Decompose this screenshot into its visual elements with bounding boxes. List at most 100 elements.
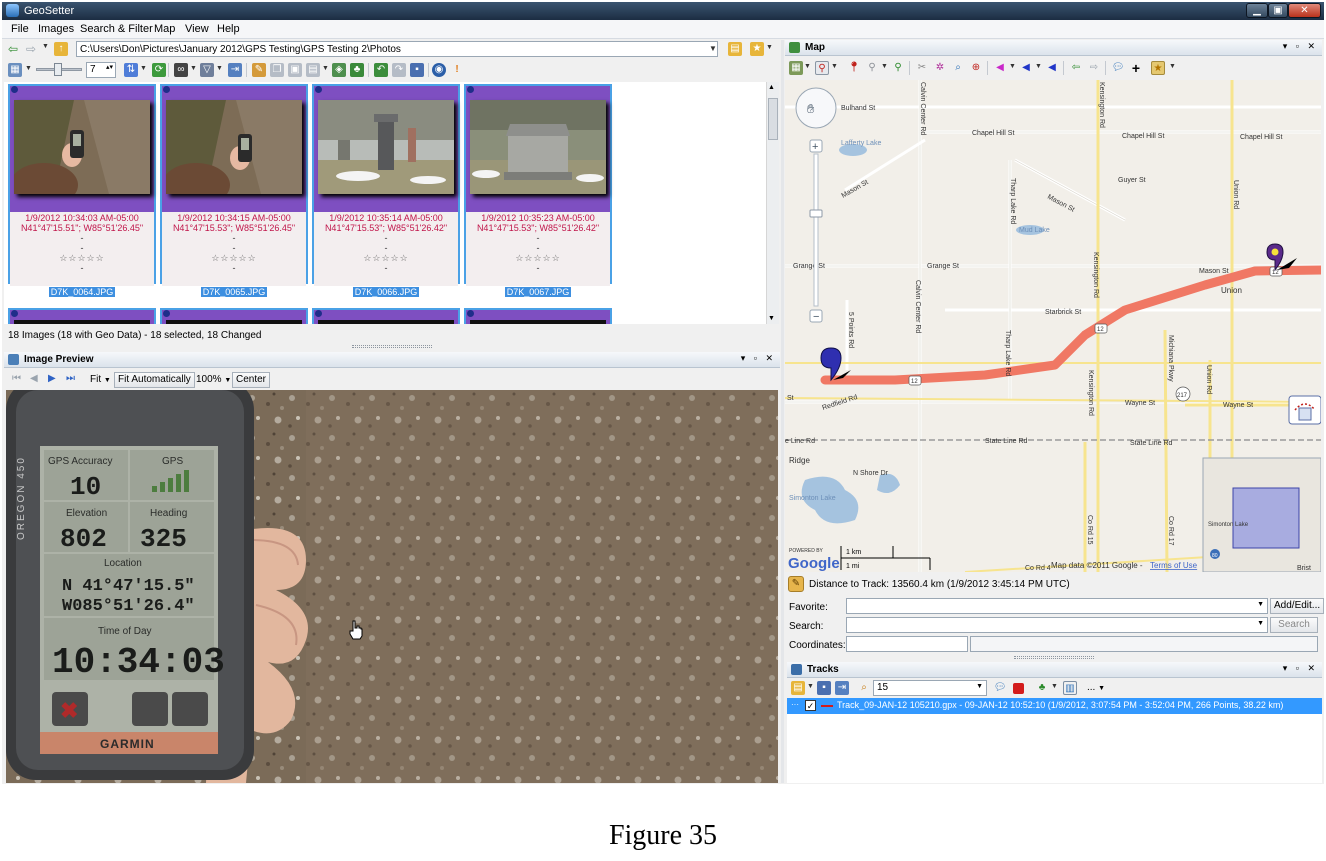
minimize-button[interactable]: ▁: [1246, 3, 1268, 18]
info-icon[interactable]: !: [450, 63, 464, 77]
filter-dropdown-icon[interactable]: ▼: [216, 65, 223, 72]
maximize-button[interactable]: ▣: [1268, 3, 1288, 18]
zoom-in-icon[interactable]: +: [812, 141, 818, 153]
search-button[interactable]: Search: [1270, 617, 1318, 633]
scroll-up-icon[interactable]: ▲: [768, 84, 775, 91]
copy-icon[interactable]: ❐: [270, 63, 284, 77]
rating-stars[interactable]: ☆☆☆☆☆: [162, 253, 306, 263]
track-visible-checkbox[interactable]: ✓: [805, 700, 816, 711]
path-input[interactable]: [76, 41, 718, 57]
refresh-icon[interactable]: ⟳: [152, 63, 166, 77]
thumbnail-size-stepper[interactable]: 7 ▴▾: [86, 62, 116, 78]
close-button[interactable]: ✕: [1288, 3, 1321, 18]
first-image-icon[interactable]: ⏮: [12, 373, 21, 384]
favorites-star-icon[interactable]: ★: [1151, 61, 1165, 75]
thumbnail-filename[interactable]: D7K_0065.JPG: [160, 287, 308, 297]
sort-icon[interactable]: ⇅: [124, 63, 138, 77]
menu-map[interactable]: Map: [154, 23, 175, 35]
favorite-folder-icon[interactable]: ★: [750, 42, 764, 56]
search-dropdown-icon[interactable]: ▼: [190, 65, 197, 72]
view-mode-icon[interactable]: ▦: [8, 63, 22, 77]
thumbnail-card-partial[interactable]: [8, 308, 156, 324]
track-tooltip-icon[interactable]: 💬︎: [993, 681, 1007, 695]
filter-icon[interactable]: ▽: [200, 63, 214, 77]
thumbnail-filename[interactable]: D7K_0064.JPG: [8, 287, 156, 297]
thumbnail-card-partial[interactable]: [312, 308, 460, 324]
save-track-icon[interactable]: ▪: [817, 681, 831, 695]
magenta-arrow-dropdown-icon[interactable]: ▼: [1009, 63, 1016, 70]
thumbnail-card-partial[interactable]: [464, 308, 612, 324]
history-dropdown-icon[interactable]: ▼: [42, 43, 49, 50]
search-input[interactable]: ▼: [846, 617, 1268, 633]
favorites-dropdown-icon[interactable]: ▼: [1169, 63, 1176, 70]
assign-position-icon[interactable]: ◈: [332, 63, 346, 77]
panel-controls[interactable]: ▾ ▫ ✕: [1283, 41, 1318, 52]
center-button[interactable]: Center: [232, 372, 271, 388]
next-image-icon[interactable]: ▶: [48, 373, 56, 384]
vertical-splitter[interactable]: [781, 40, 784, 783]
view-mode-dropdown-icon[interactable]: ▼: [25, 65, 32, 72]
synchronize-icon[interactable]: ♣: [350, 63, 364, 77]
ruler-icon[interactable]: ✎: [788, 576, 804, 592]
thumbnail-card[interactable]: 1/9/2012 10:34:15 AM-05:00 N41°47'15.53"…: [160, 84, 308, 286]
terms-of-use-link[interactable]: Terms of Use: [1150, 561, 1198, 570]
track-zoom-select[interactable]: 15 ▼: [873, 680, 987, 696]
fit-automatically-button[interactable]: Fit Automatically: [114, 372, 195, 388]
menu-view[interactable]: View: [185, 23, 209, 35]
track-color-icon[interactable]: [1013, 683, 1024, 694]
blue-marker-arrow-icon[interactable]: ◀: [1045, 61, 1059, 75]
zoom-track-icon[interactable]: ⌕: [857, 681, 871, 695]
overview-minimap[interactable]: Simonton Lake 80 Brist: [1202, 457, 1321, 572]
track-row[interactable]: ··· ✓ Track_09-JAN-12 105210.gpx - 09-JA…: [787, 698, 1322, 714]
folder-up-icon[interactable]: ↑: [54, 42, 68, 56]
scrollbar-thumb[interactable]: [768, 98, 778, 140]
splitter-grip[interactable]: [352, 345, 432, 348]
blue-arrow-icon[interactable]: ◀: [1019, 61, 1033, 75]
edit-data-icon[interactable]: ✎: [252, 63, 266, 77]
stepper-arrows-icon[interactable]: ▴▾: [106, 63, 113, 71]
open-track-icon[interactable]: ▤: [791, 681, 805, 695]
menu-images[interactable]: Images: [38, 23, 74, 35]
tools-icon[interactable]: ✂: [915, 61, 929, 75]
globe-icon[interactable]: ◉: [432, 63, 446, 77]
splitter-grip[interactable]: [1014, 656, 1094, 659]
save-icon[interactable]: ▪: [410, 63, 424, 77]
grey-marker-dropdown-icon[interactable]: ▼: [881, 63, 888, 70]
find-marker-icon[interactable]: ⌕: [951, 61, 965, 75]
track-sync-icon[interactable]: ♣: [1035, 681, 1049, 695]
select-all-icon[interactable]: ⇥: [228, 63, 242, 77]
scroll-down-icon[interactable]: ▼: [768, 315, 775, 322]
map-type-icon[interactable]: ▦: [789, 61, 803, 75]
thumbnail-card[interactable]: 1/9/2012 10:35:14 AM-05:00 N41°47'15.53"…: [312, 84, 460, 286]
map-canvas[interactable]: Bulhand St Calvin Center Rd Kensington R…: [785, 80, 1321, 572]
zoom-marker-icon[interactable]: ⊕: [969, 61, 983, 75]
favorite-select[interactable]: ▼: [846, 598, 1268, 614]
paste-special-icon[interactable]: ▤: [306, 63, 320, 77]
panel-controls[interactable]: ▾ ▫ ✕: [741, 353, 776, 364]
last-image-icon[interactable]: ⏭: [66, 373, 75, 384]
thumbnail-filename[interactable]: D7K_0067.JPG: [464, 287, 612, 297]
binoculars-icon[interactable]: ∞: [174, 63, 188, 77]
grey-marker-icon[interactable]: ⚲: [865, 61, 879, 75]
path-dropdown-icon[interactable]: ▼: [706, 41, 720, 57]
favorite-folder-dropdown-icon[interactable]: ▼: [766, 44, 773, 51]
marker-tool-icon[interactable]: ⚲: [815, 61, 829, 75]
rating-stars[interactable]: ☆☆☆☆☆: [10, 253, 154, 263]
map-type-dropdown-icon[interactable]: ▼: [804, 63, 811, 70]
map-pan-control[interactable]: ✋︎: [795, 87, 837, 129]
map-back-icon[interactable]: ⇦: [1069, 61, 1083, 75]
red-marker-icon[interactable]: 📍︎: [847, 61, 861, 75]
marker-tool-dropdown-icon[interactable]: ▼: [831, 63, 838, 70]
forward-arrow-icon[interactable]: ⇨: [26, 42, 36, 56]
thumbnail-size-slider-handle[interactable]: [54, 63, 62, 76]
open-track-dropdown-icon[interactable]: ▼: [807, 683, 814, 690]
zoom-dropdown[interactable]: 100% ▼: [196, 374, 231, 385]
blue-arrow-dropdown-icon[interactable]: ▼: [1035, 63, 1042, 70]
menu-file[interactable]: File: [11, 23, 29, 35]
more-options-button[interactable]: ... ▼: [1087, 682, 1105, 693]
rating-stars[interactable]: ☆☆☆☆☆: [466, 253, 610, 263]
multi-marker-icon[interactable]: ✲: [933, 61, 947, 75]
track-select-icon[interactable]: ⇥: [835, 681, 849, 695]
menu-help[interactable]: Help: [217, 23, 240, 35]
track-zoom-dropdown-icon[interactable]: ▼: [976, 683, 983, 690]
